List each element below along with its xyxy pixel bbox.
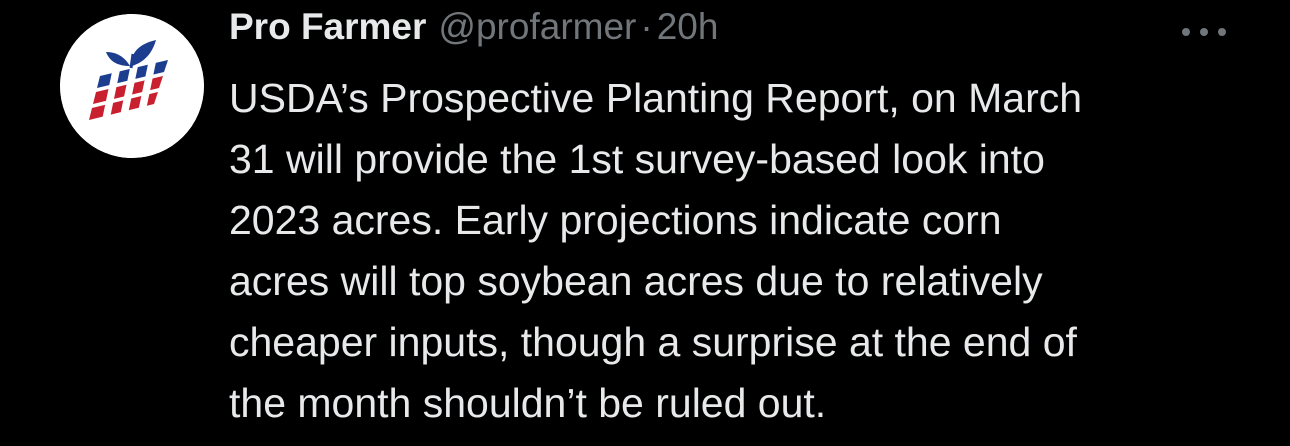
tweet-text: USDA’s Prospective Planting Report, on M… (229, 75, 1083, 426)
display-name[interactable]: Pro Farmer (229, 6, 426, 48)
more-dot (1200, 28, 1208, 36)
more-dot (1218, 28, 1226, 36)
user-handle[interactable]: @profarmer (438, 6, 636, 48)
more-horizontal-icon[interactable] (1182, 22, 1226, 42)
tweet[interactable]: Pro Farmer @profarmer · 20h USDA’s Prosp… (0, 0, 1290, 446)
more-dot (1182, 28, 1190, 36)
avatar[interactable] (60, 14, 204, 158)
pro-farmer-logo-icon (60, 14, 204, 158)
timestamp[interactable]: 20h (657, 6, 719, 48)
tweet-header: Pro Farmer @profarmer · 20h (229, 6, 718, 56)
separator-dot: · (640, 6, 653, 47)
